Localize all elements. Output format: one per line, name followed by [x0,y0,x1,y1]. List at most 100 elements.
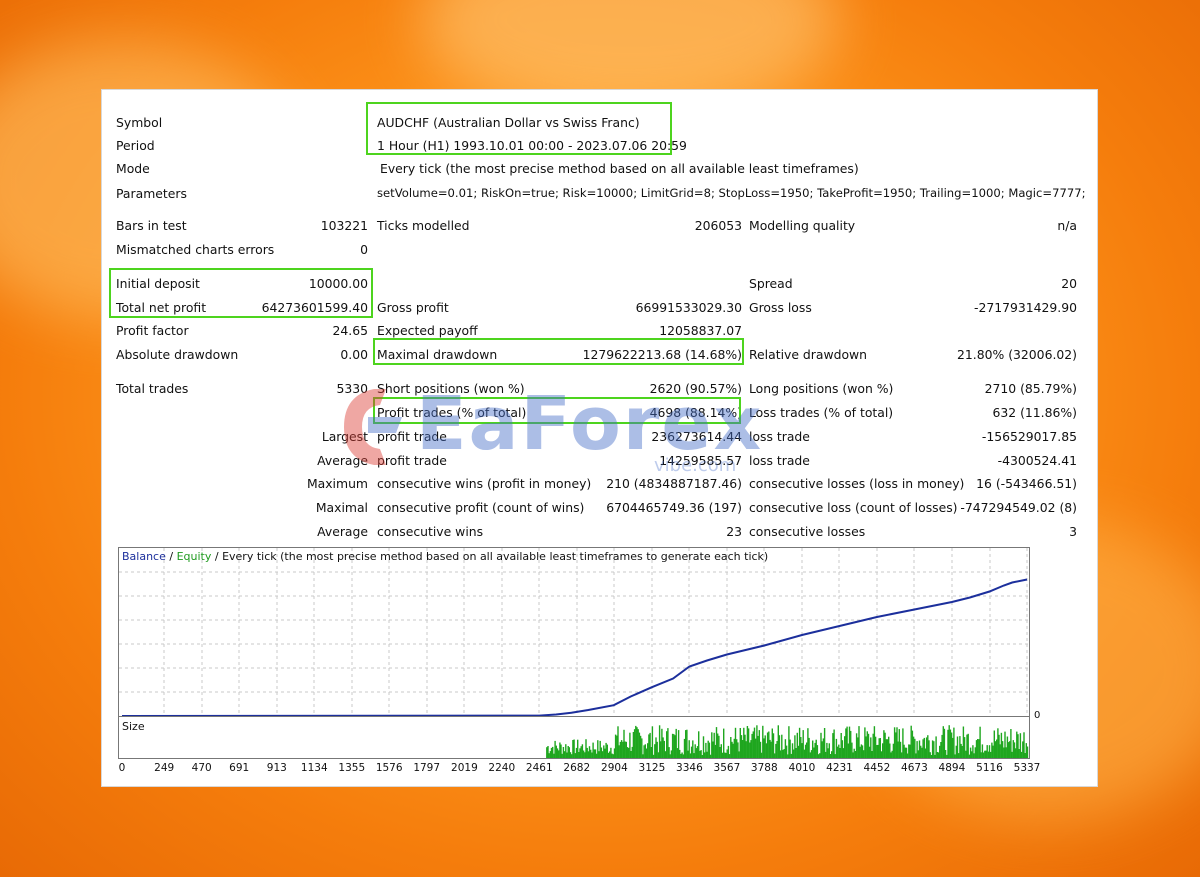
size-bar [982,752,985,758]
long-positions-label: Long positions (won %) [749,381,894,396]
size-bar [757,735,759,758]
size-bar [978,739,980,758]
size-bar [806,742,808,758]
size-bar [973,753,975,758]
size-bar [721,752,724,758]
size-bar [897,741,899,758]
size-bar [585,739,587,758]
size-bar [968,754,971,758]
size-bar [816,745,819,758]
maximal-drawdown-value: 1279622213.68 (14.68%) [582,347,742,362]
size-bar [834,754,836,758]
ticks-modelled-label: Ticks modelled [377,218,470,233]
size-bar [822,738,825,758]
size-bar [580,746,582,758]
size-bar [733,738,735,758]
mode-label: Mode [116,161,150,176]
size-bar [866,731,868,758]
size-bar [649,732,651,758]
ticks-modelled-value: 206053 [694,218,742,233]
size-bar [728,754,731,758]
detail-value-2: 3 [1069,524,1077,539]
size-bar [708,742,711,758]
total-net-profit-value: 64273601599.40 [261,300,368,315]
size-bar [597,740,599,758]
size-bar [660,741,662,758]
size-bar [772,733,775,758]
size-bar [839,748,841,758]
size-bar [683,738,686,758]
x-tick-label: 2461 [525,762,553,774]
size-bar [713,732,715,758]
size-bar [899,741,902,758]
size-bar [630,751,632,758]
modelling-quality-value: n/a [1057,218,1077,233]
size-bar [885,739,887,758]
size-bar [998,734,1000,758]
x-tick-label: 691 [229,762,250,774]
size-bar [719,747,721,758]
size-bar [854,751,857,758]
size-bar [934,754,936,758]
legend-description: / Every tick (the most precise method ba… [211,550,769,563]
size-bar [730,737,732,758]
x-tick-label: 3788 [750,762,778,774]
size-bar [918,740,921,758]
absolute-drawdown-label: Absolute drawdown [116,347,239,362]
size-bar [743,727,745,758]
size-bar [981,744,984,758]
period-value: 1 Hour (H1) 1993.10.01 00:00 - 2023.07.0… [377,138,687,153]
size-bar [924,748,927,758]
size-bar [864,727,866,758]
size-bar [929,752,931,758]
size-bar [685,730,687,758]
size-bar [556,748,559,758]
size-bar [633,729,636,758]
size-bar [821,741,823,758]
size-bar [673,734,675,758]
size-bar [882,743,884,758]
size-bar [844,736,846,758]
size-bar [737,742,739,758]
size-bar [947,729,949,758]
size-bar [738,751,740,758]
size-bar [904,747,906,758]
size-bar [808,737,810,758]
size-bar [1025,743,1027,758]
size-bar [1004,731,1006,758]
size-bar [784,739,787,758]
size-bar [760,752,763,758]
size-bar [1020,751,1023,758]
detail-prefix: Maximal [315,500,368,515]
size-bar [911,730,914,758]
size-bar [883,730,885,758]
size-bar [985,750,987,758]
size-bar [588,746,591,758]
size-bar [1017,734,1019,758]
size-bar [1005,747,1007,758]
size-bar [546,747,548,758]
size-bar [853,748,855,758]
size-bar [980,752,982,758]
size-bar [639,735,642,758]
size-bar [826,742,828,758]
profit-trades-value: 4698 (88.14%) [649,405,742,420]
size-bar [664,751,667,758]
x-tick-label: 1355 [338,762,366,774]
size-bar [698,731,700,758]
x-tick-label: 1576 [375,762,403,774]
size-bar [974,747,976,758]
detail-label-2: loss trade [749,453,810,468]
size-bar [718,735,720,758]
size-bar [831,751,833,758]
balance-series-line [121,578,1028,716]
size-bar [1011,751,1013,758]
size-bar [783,749,785,758]
mismatched-errors-label: Mismatched charts errors [116,242,275,257]
size-bar [954,754,956,758]
size-bar [652,754,655,758]
symbol-value: AUDCHF (Australian Dollar vs Swiss Franc… [377,115,640,130]
size-bar [655,737,657,758]
size-bar [601,751,604,758]
size-bar [781,734,783,758]
